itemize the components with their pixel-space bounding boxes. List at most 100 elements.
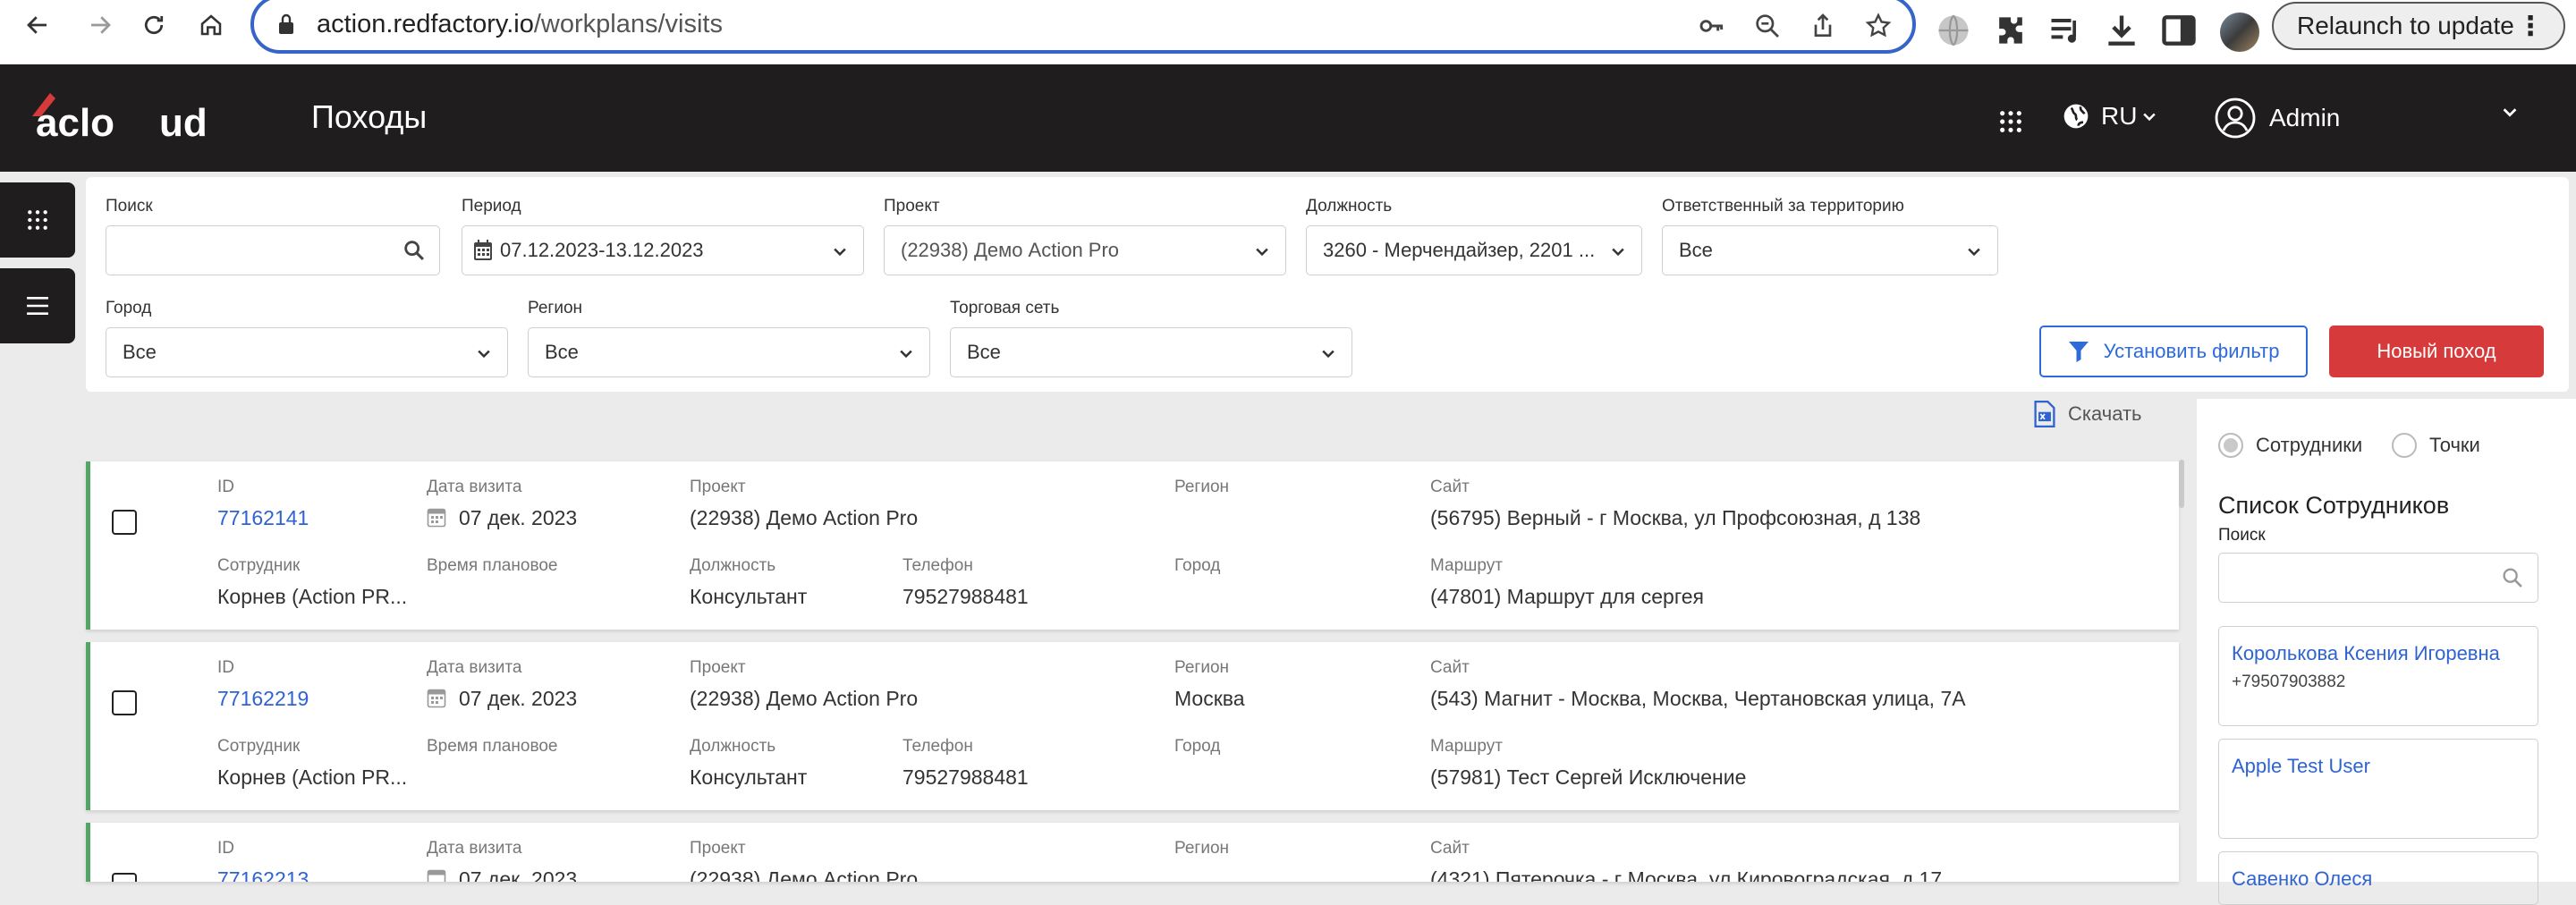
key-icon[interactable] xyxy=(1698,12,1726,40)
visit-route: (47801) Маршрут для сергея xyxy=(1430,585,1704,608)
region-label: Регион xyxy=(1174,658,1230,677)
visit-card[interactable]: ID 77162213 Дата визита 07 дек. 2023 Про… xyxy=(86,823,2179,882)
side-panel-icon[interactable] xyxy=(2159,11,2199,50)
territory-select[interactable]: Все xyxy=(1662,225,1998,275)
calendar-icon xyxy=(427,508,446,528)
share-icon[interactable] xyxy=(1809,12,1837,40)
forward-icon[interactable] xyxy=(79,4,122,47)
employee-list-item[interactable]: Савенко Олеся xyxy=(2218,851,2538,905)
visit-project: (22938) Демо Action Pro xyxy=(690,687,919,710)
employee-name[interactable]: Савенко Олеся xyxy=(2232,865,2525,892)
employee-name[interactable]: Apple Test User xyxy=(2232,752,2525,780)
region-label: Регион xyxy=(1174,839,1230,858)
id-label: ID xyxy=(217,658,234,677)
employee-phone: +79507903882 xyxy=(2232,672,2346,691)
planned-time-label: Время плановое xyxy=(427,737,558,756)
search-icon xyxy=(404,241,424,260)
search-label: Поиск xyxy=(106,197,153,216)
radio-points[interactable]: Точки xyxy=(2392,433,2480,458)
search-icon xyxy=(2503,568,2522,588)
project-label: Проект xyxy=(690,658,746,677)
relaunch-button[interactable]: Relaunch to update ⋮ xyxy=(2272,2,2565,50)
apply-filter-button[interactable]: Установить фильтр xyxy=(2039,326,2308,377)
language-selector[interactable]: RU xyxy=(2062,102,2158,131)
chain-select[interactable]: Все xyxy=(950,327,1352,377)
more-menu-icon[interactable]: ⋮ xyxy=(2517,11,2544,42)
globe-icon xyxy=(2063,104,2089,129)
excel-file-icon xyxy=(2034,401,2055,427)
visit-id-link[interactable]: 77162219 xyxy=(217,687,309,711)
chevron-down-icon xyxy=(834,248,846,257)
position-select[interactable]: 3260 - Мерчендайзер, 2201 ... xyxy=(1306,225,1642,275)
visit-phone: 79527988481 xyxy=(902,765,1029,789)
apps-grid-icon[interactable] xyxy=(1998,109,2023,134)
visit-card[interactable]: ID 77162141 Дата визита 07 дек. 2023 Про… xyxy=(86,461,2179,630)
profile-avatar[interactable] xyxy=(2220,13,2259,52)
visit-checkbox[interactable] xyxy=(112,690,137,715)
globe-extension-icon[interactable] xyxy=(1934,11,1973,50)
zoom-out-icon[interactable] xyxy=(1753,12,1782,40)
date-label: Дата визита xyxy=(427,839,522,858)
project-label: Проект xyxy=(690,839,746,858)
hamburger-menu-button[interactable] xyxy=(0,268,75,343)
chevron-down-icon xyxy=(1612,248,1624,257)
radio-employees[interactable]: Сотрудники xyxy=(2218,433,2362,458)
star-icon[interactable] xyxy=(1864,12,1893,40)
chevron-down-icon xyxy=(2143,113,2157,122)
apply-filter-label: Установить фильтр xyxy=(2103,340,2280,362)
calendar-icon xyxy=(474,240,492,260)
position-label: Должность xyxy=(690,737,776,756)
visit-id-link[interactable]: 77162213 xyxy=(217,867,309,882)
radio-points-label: Точки xyxy=(2429,434,2480,456)
extensions-puzzle-icon[interactable] xyxy=(1991,11,2030,50)
position-label: Должность xyxy=(690,556,776,575)
position-value: 3260 - Мерчендайзер, 2201 ... xyxy=(1323,239,1596,261)
period-label: Период xyxy=(462,197,521,216)
position-label: Должность xyxy=(1306,197,1393,216)
download-icon[interactable] xyxy=(2102,11,2141,50)
employees-panel: Сотрудники Точки Список Сотрудников Поис… xyxy=(2197,399,2576,905)
project-label: Проект xyxy=(884,197,940,216)
user-menu[interactable]: Admin xyxy=(2214,97,2517,140)
visit-site: (56795) Верный - г Москва, ул Профсоюзна… xyxy=(1430,506,1921,529)
new-visit-button[interactable]: Новый поход xyxy=(2329,326,2544,377)
visit-position: Консультант xyxy=(690,585,808,608)
employee-name[interactable]: Королькова Ксения Игоревна xyxy=(2232,639,2525,667)
radio-points-indicator xyxy=(2392,433,2417,458)
search-input[interactable] xyxy=(106,225,440,275)
back-icon[interactable] xyxy=(16,4,59,47)
download-label: Скачать xyxy=(2068,402,2142,425)
browser-toolbar: action.redfactory.io/workplans/visits Re… xyxy=(0,0,2576,64)
period-select[interactable]: 07.12.2023-13.12.2023 xyxy=(462,225,864,275)
address-bar[interactable]: action.redfactory.io/workplans/visits xyxy=(250,0,1916,54)
visit-checkbox[interactable] xyxy=(112,510,137,535)
list-scrollbar[interactable] xyxy=(2179,460,2184,508)
relaunch-label: Relaunch to update xyxy=(2297,12,2514,39)
download-button[interactable]: Скачать xyxy=(2032,401,2142,427)
visit-card[interactable]: ID 77162219 Дата визита 07 дек. 2023 Про… xyxy=(86,642,2179,810)
project-label: Проект xyxy=(690,478,746,496)
employee-label: Сотрудник xyxy=(217,737,301,756)
id-label: ID xyxy=(217,478,234,496)
chevron-down-icon xyxy=(2503,108,2517,117)
site-label: Сайт xyxy=(1430,839,1470,858)
city-select[interactable]: Все xyxy=(106,327,508,377)
employee-list-item[interactable]: Apple Test User xyxy=(2218,739,2538,839)
project-select[interactable]: (22938) Демо Action Pro xyxy=(884,225,1286,275)
region-select[interactable]: Все xyxy=(528,327,930,377)
employees-list-title: Список Сотрудников xyxy=(2218,492,2450,519)
employee-list-item[interactable]: Королькова Ксения Игоревна +79507903882 xyxy=(2218,626,2538,726)
apps-menu-button[interactable] xyxy=(0,182,75,258)
id-label: ID xyxy=(217,839,234,858)
apps-grid-icon xyxy=(28,210,47,230)
visit-date-value: 07 дек. 2023 xyxy=(459,687,578,710)
route-label: Маршрут xyxy=(1430,556,1503,575)
visit-id-link[interactable]: 77162141 xyxy=(217,506,309,530)
reload-icon[interactable] xyxy=(132,4,175,47)
employees-search-input[interactable] xyxy=(2218,553,2538,603)
visit-checkbox[interactable] xyxy=(112,873,137,882)
visit-employee: Корнев (Action PR... xyxy=(217,585,408,608)
filter-icon xyxy=(2068,342,2089,362)
media-queue-icon[interactable] xyxy=(2046,11,2086,50)
home-icon[interactable] xyxy=(190,4,233,47)
